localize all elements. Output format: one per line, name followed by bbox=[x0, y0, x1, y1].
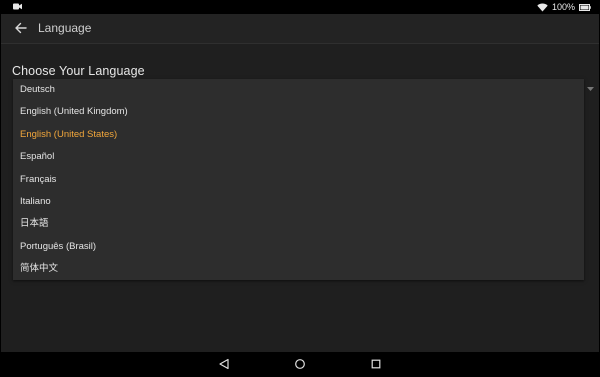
app-bar: Language bbox=[1, 14, 599, 44]
section-heading: Choose Your Language bbox=[12, 64, 145, 78]
back-triangle-icon[interactable] bbox=[218, 358, 230, 370]
recents-square-icon[interactable] bbox=[370, 358, 382, 370]
device-frame: 100% Language Choose Your Language Deuts… bbox=[0, 0, 600, 377]
page-title: Language bbox=[38, 21, 92, 35]
camera-icon bbox=[13, 3, 22, 10]
language-option[interactable]: 日本語 bbox=[13, 213, 584, 235]
navigation-bar bbox=[0, 352, 600, 377]
language-option[interactable]: English (United Kingdom) bbox=[13, 101, 584, 123]
home-circle-icon[interactable] bbox=[294, 358, 306, 370]
wifi-icon bbox=[537, 3, 548, 11]
language-dropdown[interactable]: Deutsch English (United Kingdom) English… bbox=[13, 79, 584, 280]
language-option[interactable]: Français bbox=[13, 169, 584, 191]
language-option[interactable]: Italiano bbox=[13, 191, 584, 213]
language-option-selected[interactable]: English (United States) bbox=[13, 124, 584, 146]
battery-icon bbox=[579, 3, 591, 11]
language-option[interactable]: 简体中文 bbox=[13, 258, 584, 280]
screen: 100% Language Choose Your Language Deuts… bbox=[1, 0, 599, 352]
language-option[interactable]: Deutsch bbox=[13, 79, 584, 101]
language-option[interactable]: Español bbox=[13, 146, 584, 168]
chevron-down-icon[interactable] bbox=[587, 86, 594, 92]
battery-percent: 100% bbox=[551, 2, 575, 12]
status-bar: 100% bbox=[1, 0, 599, 14]
language-option[interactable]: Português (Brasil) bbox=[13, 236, 584, 258]
status-right: 100% bbox=[537, 1, 591, 13]
back-arrow-icon[interactable] bbox=[13, 20, 29, 36]
